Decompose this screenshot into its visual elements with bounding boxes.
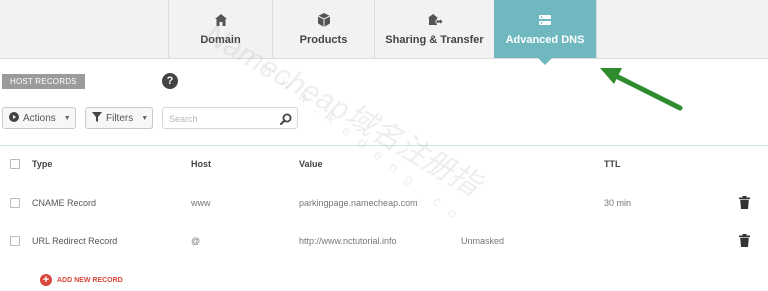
tab-domain[interactable]: Domain <box>168 0 272 58</box>
chevron-down-icon: ▼ <box>141 114 149 122</box>
tab-advanced-dns-label: Advanced DNS <box>505 34 585 46</box>
column-header-host[interactable]: Host <box>191 159 211 169</box>
add-new-record-button[interactable]: + ADD NEW RECORD <box>40 273 123 287</box>
record-type[interactable]: CNAME Record <box>32 198 96 208</box>
row-checkbox[interactable] <box>10 236 20 246</box>
section-divider <box>0 145 768 146</box>
record-host[interactable]: @ <box>191 236 200 246</box>
column-header-type[interactable]: Type <box>32 159 52 169</box>
record-ttl[interactable]: 30 min <box>604 198 631 208</box>
tab-bar: Domain Products Sharing & Transfer Advan… <box>0 0 768 65</box>
box-icon <box>317 13 330 27</box>
tab-products[interactable]: Products <box>272 0 374 58</box>
record-mask-status[interactable]: Unmasked <box>461 236 504 246</box>
record-circle-icon <box>9 111 19 125</box>
select-all-checkbox[interactable] <box>10 159 20 169</box>
filters-label: Filters <box>106 112 134 124</box>
tab-divider <box>596 0 597 58</box>
filter-icon <box>92 111 102 125</box>
record-value[interactable]: http://www.nctutorial.info <box>299 236 397 246</box>
search-input[interactable] <box>167 109 275 129</box>
actions-button[interactable]: Actions ▼ <box>2 107 76 129</box>
record-value[interactable]: parkingpage.namecheap.com <box>299 198 418 208</box>
filters-button[interactable]: Filters ▼ <box>85 107 153 129</box>
dns-icon <box>539 15 551 25</box>
chevron-down-icon: ▼ <box>63 114 71 122</box>
record-type[interactable]: URL Redirect Record <box>32 236 117 246</box>
tab-advanced-dns[interactable]: Advanced DNS <box>494 0 596 65</box>
row-checkbox[interactable] <box>10 198 20 208</box>
plus-icon: + <box>40 274 52 286</box>
tab-sharing-transfer[interactable]: Sharing & Transfer <box>374 0 494 58</box>
add-new-record-label: ADD NEW RECORD <box>57 276 123 284</box>
annotation-arrow-icon <box>600 68 683 111</box>
column-header-value[interactable]: Value <box>299 159 323 169</box>
search-box <box>162 107 298 129</box>
help-icon[interactable]: ? <box>162 73 178 89</box>
share-icon <box>427 14 443 27</box>
tab-domain-label: Domain <box>200 34 241 46</box>
tab-products-label: Products <box>299 34 348 46</box>
trash-icon[interactable] <box>739 234 750 252</box>
column-header-ttl[interactable]: TTL <box>604 159 621 169</box>
section-title: HOST RECORDS <box>2 74 85 89</box>
tab-sharing-transfer-label: Sharing & Transfer <box>385 34 484 46</box>
home-icon <box>214 14 227 26</box>
actions-label: Actions <box>23 112 56 124</box>
record-host[interactable]: www <box>191 198 211 208</box>
search-icon[interactable] <box>280 112 292 130</box>
trash-icon[interactable] <box>739 196 750 214</box>
